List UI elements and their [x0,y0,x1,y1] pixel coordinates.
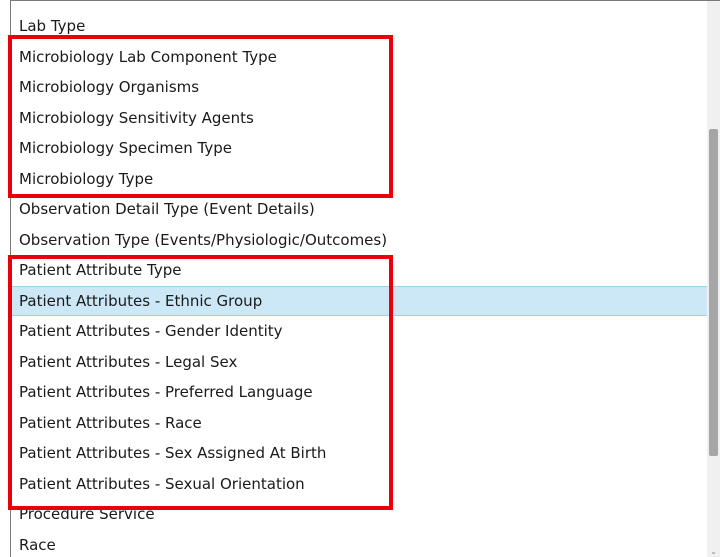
listbox[interactable]: Lab Type Microbiology Lab Component Type… [10,0,720,557]
list-item[interactable]: Patient Attributes - Sexual Orientation [11,469,708,500]
list-item[interactable]: Microbiology Type [11,164,708,195]
list-item[interactable]: Patient Attributes - Sex Assigned At Bir… [11,438,708,469]
list-item[interactable]: Lab Type [11,11,708,42]
list-item[interactable]: Microbiology Specimen Type [11,133,708,164]
vertical-scrollbar[interactable]: ⌄ [707,1,720,557]
list-items: Lab Type Microbiology Lab Component Type… [11,11,708,557]
list-item[interactable]: Patient Attributes - Legal Sex [11,347,708,378]
list-item[interactable]: Microbiology Organisms [11,72,708,103]
list-item[interactable]: Patient Attributes - Preferred Language [11,377,708,408]
list-item[interactable]: Observation Type (Events/Physiologic/Out… [11,225,708,256]
list-item[interactable]: Procedure Service [11,499,708,530]
list-item[interactable]: Microbiology Lab Component Type [11,42,708,73]
list-item[interactable]: Patient Attributes - Gender Identity [11,316,708,347]
list-item[interactable]: Patient Attribute Type [11,255,708,286]
chevron-down-icon[interactable]: ⌄ [707,546,720,557]
list-item[interactable]: Patient Attributes - Race [11,408,708,439]
list-item[interactable]: Observation Detail Type (Event Details) [11,194,708,225]
scrollbar-thumb[interactable] [709,129,718,456]
list-item[interactable]: Microbiology Sensitivity Agents [11,103,708,134]
list-item-selected[interactable]: Patient Attributes - Ethnic Group [11,285,708,316]
list-item[interactable]: Race [11,530,708,557]
